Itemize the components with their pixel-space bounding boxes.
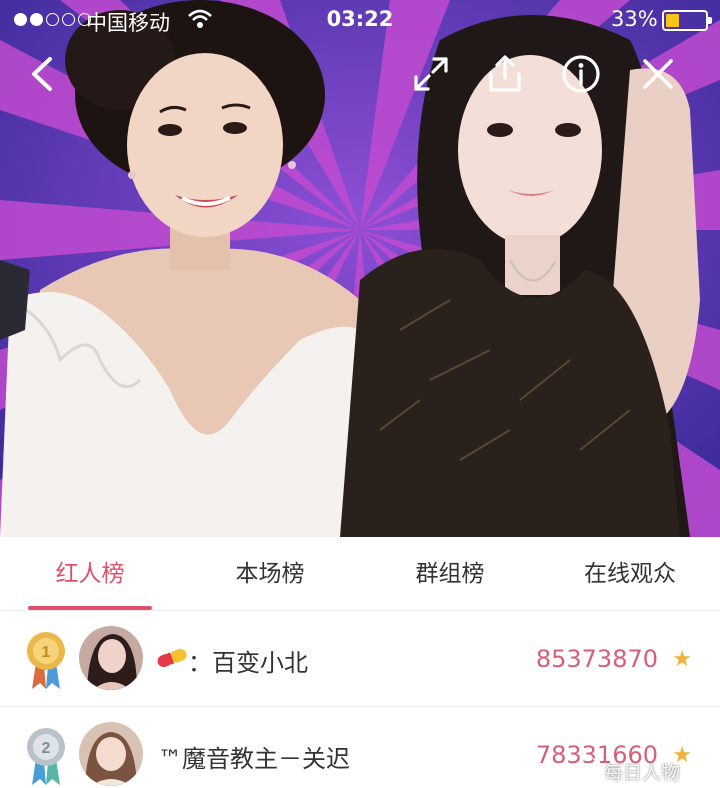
chevron-left-icon <box>32 57 52 91</box>
star-icon: ★ <box>672 647 692 672</box>
info-icon <box>562 55 600 93</box>
svg-text:2: 2 <box>42 740 51 757</box>
share-icon <box>489 55 521 92</box>
hero-banner <box>0 0 720 537</box>
tab-group-ranking[interactable]: 群组榜 <box>360 537 540 611</box>
tab-session-ranking[interactable]: 本场榜 <box>180 537 360 611</box>
user-name: ™魔音教主－关迟 <box>158 745 350 773</box>
watermark-text: 每日人物 <box>604 762 681 784</box>
close-icon <box>643 59 673 89</box>
gold-medal-icon: 1 <box>27 632 65 689</box>
info-button[interactable] <box>559 52 603 96</box>
battery-fill <box>666 14 679 27</box>
tab-online-audience[interactable]: 在线观众 <box>540 537 720 611</box>
expand-icon <box>414 57 448 91</box>
svg-text:1: 1 <box>42 644 51 661</box>
back-button[interactable] <box>20 52 64 96</box>
silver-medal-icon: 2 <box>27 728 65 785</box>
tab-influencer-ranking[interactable]: 红人榜 <box>0 537 180 611</box>
status-bar: 中国移动 03:22 33% <box>0 0 720 40</box>
battery-icon <box>662 10 712 31</box>
expand-button[interactable] <box>409 52 453 96</box>
pill-icon <box>157 648 187 668</box>
share-button[interactable] <box>483 52 527 96</box>
ranking-tabs: 红人榜 本场榜 群组榜 在线观众 <box>0 537 720 611</box>
weibo-icon <box>575 758 601 779</box>
battery-percent: 33% <box>611 7 658 31</box>
avatar <box>79 722 143 786</box>
battery-nub <box>708 17 712 24</box>
avatar <box>79 626 143 690</box>
user-score: 85373870 <box>535 645 658 673</box>
list-item[interactable]: 1 ：百变小北 85373870 ★ <box>0 611 720 707</box>
user-name: ：百变小北 <box>188 649 308 677</box>
active-tab-indicator <box>28 606 152 610</box>
close-button[interactable] <box>636 52 680 96</box>
